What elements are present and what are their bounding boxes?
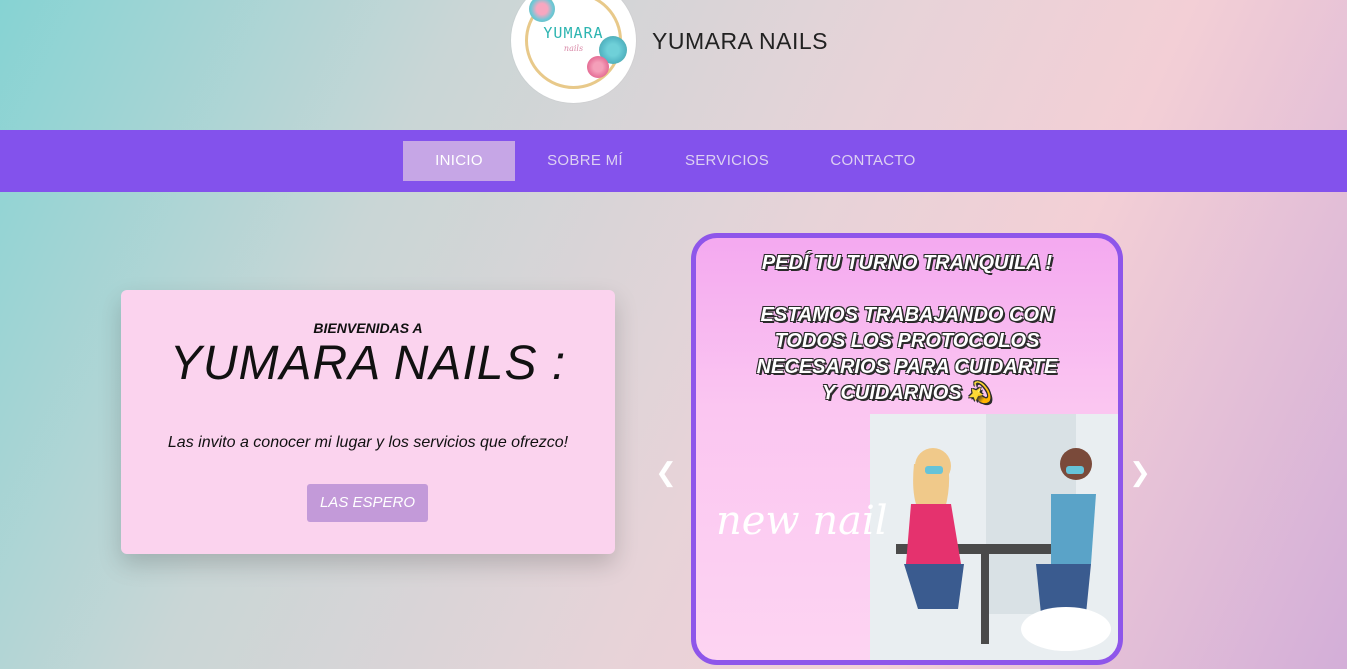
logo-text: YUMARA — [543, 24, 604, 42]
slide-heading: PEDÍ TU TURNO TRANQUILA ! — [761, 252, 1053, 274]
chevron-right-icon[interactable]: ❯ — [1128, 458, 1152, 488]
carousel-slide[interactable]: PEDÍ TU TURNO TRANQUILA ! ESTAMOS TRABAJ… — [691, 233, 1123, 665]
manicure-illustration: new nail — [716, 414, 1118, 660]
flower-icon — [587, 56, 609, 78]
promo-carousel: ❮ PEDÍ TU TURNO TRANQUILA ! ESTAMOS TRAB… — [650, 232, 1156, 666]
nav-item-inicio[interactable]: INICIO — [403, 141, 515, 181]
main-nav: INICIO SOBRE MÍ SERVICIOS CONTACTO — [0, 130, 1347, 192]
site-header: YUMARA nails YUMARA NAILS — [0, 0, 1347, 130]
logo-subtext: nails — [563, 44, 584, 53]
welcome-title: YUMARA NAILS : — [169, 337, 567, 390]
slide-script: new nail — [716, 498, 888, 544]
slide-line: ESTAMOS TRABAJANDO CON — [760, 304, 1054, 326]
nav-item-contacto[interactable]: CONTACTO — [818, 141, 928, 181]
las-espero-button[interactable]: LAS ESPERO — [307, 484, 428, 522]
nav-item-servicios[interactable]: SERVICIOS — [672, 141, 782, 181]
welcome-card: BIENVENIDAS A YUMARA NAILS : Las invito … — [121, 290, 615, 554]
slide-line: Y CUIDARNOS 💫 — [821, 382, 993, 404]
slide-text: PEDÍ TU TURNO TRANQUILA ! ESTAMOS TRABAJ… — [696, 250, 1118, 406]
site-name: YUMARA NAILS — [652, 28, 828, 54]
welcome-kicker: BIENVENIDAS A — [313, 320, 423, 336]
chevron-left-icon[interactable]: ❮ — [654, 458, 678, 488]
slide-line: TODOS LOS PROTOCOLOS — [774, 330, 1040, 352]
welcome-text: Las invito a conocer mi lugar y los serv… — [167, 434, 569, 451]
logo[interactable]: YUMARA nails — [511, 0, 636, 103]
nav-item-sobre-mi[interactable]: SOBRE MÍ — [530, 141, 640, 181]
slide-line: NECESARIOS PARA CUIDARTE — [756, 356, 1058, 378]
